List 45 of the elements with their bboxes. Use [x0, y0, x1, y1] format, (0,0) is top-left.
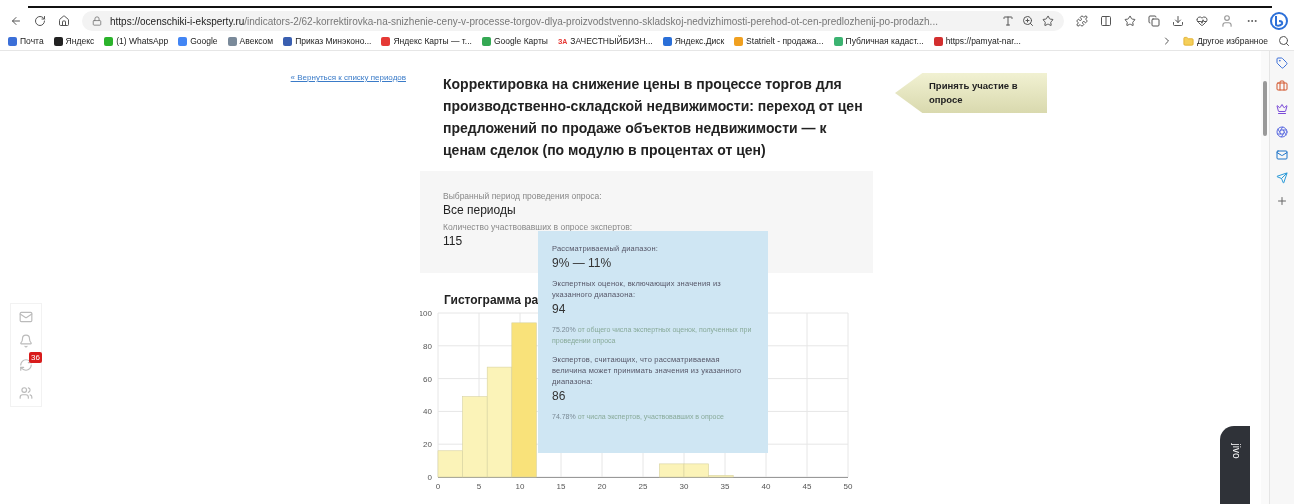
axis-tick-label: 100 — [420, 309, 432, 318]
page-title: Корректировка на снижение цены в процессе торгов для производственно-складской недвижимости: переход от цен предложений по продаже объектов недвижимости — к ценам сделок (по модулю в процентах от цен) — [443, 75, 864, 160]
bookmark[interactable]: Яндекс.Диск — [662, 36, 725, 46]
axis-tick-label: 25 — [638, 482, 648, 491]
bookmark[interactable]: Публичная кадаст... — [833, 36, 924, 46]
axis-tick-label: 30 — [679, 482, 689, 491]
axis-tick-label: 80 — [423, 341, 432, 351]
bookmark[interactable]: Statrielt - продажа... — [734, 36, 824, 46]
axis-tick-label: 0 — [427, 473, 432, 482]
tooltip-value: 9% — 11% — [552, 256, 613, 270]
axis-tick-label: 5 — [476, 482, 482, 491]
axis-tick-label: 20 — [423, 440, 432, 450]
info-label: Количество участвовавших в опросе экспертов: — [443, 222, 634, 232]
bookmark[interactable]: Приказ Минэконо... — [283, 36, 372, 46]
info-value: Все периоды — [443, 203, 517, 217]
bookmark[interactable]: Авексом — [227, 36, 274, 46]
bookmark[interactable]: (1) WhatsApp — [104, 36, 169, 46]
other-favorites[interactable]: Другое избранное — [1182, 35, 1268, 47]
tooltip-value: 94 — [552, 302, 567, 316]
bookmark[interactable]: Почта — [8, 36, 44, 46]
axis-tick-label: 35 — [720, 482, 730, 491]
address-field[interactable]: https://ocenschiki-i-eksperty.ru/indicators-2/62-korrektirovka-na-snizhenie-ceny-v-processe-torgov-dlya-proizvodstvenno-skladskoj-nedvizhimosti-perehod-ot-cen-predlozhenij-po-prodazh... — [82, 11, 1064, 31]
bookmark[interactable]: Google Карты — [481, 36, 548, 46]
axis-tick-label: 0 — [435, 482, 441, 491]
axis-tick-label: 50 — [843, 482, 853, 491]
axis-tick-label: 10 — [515, 482, 525, 491]
info-value: 115 — [443, 234, 464, 248]
axis-tick-label: 60 — [423, 374, 432, 384]
back-link[interactable]: « Вернуться к списку периодов — [290, 73, 406, 85]
bookmark[interactable]: https://pamyat-nar... — [933, 36, 1021, 46]
participate-button[interactable]: Принять участие в опросе — [895, 73, 1047, 113]
url-text: https://ocenschiki-i-eksperty.ru/indicators-2/62-korrektirovka-na-snizhenie-ceny-v-processe-torgov-dlya-proizvodstvenno-skladskoj-nedvizhimosti-perehod-ot-cen-predlozhenij-po-prodazh... — [110, 15, 938, 27]
axis-tick-label: 15 — [556, 482, 566, 491]
chat-widget[interactable]: jivo — [1220, 426, 1250, 504]
axis-tick-label: 20 — [597, 482, 607, 491]
count-badge: 36 — [29, 352, 42, 363]
histogram-title: Гистограмма ра — [444, 293, 539, 307]
axis-tick-label: 45 — [802, 482, 812, 491]
info-label: Выбранный период проведения опроса: — [443, 191, 603, 201]
bookmark[interactable]: Яндекс — [53, 36, 95, 46]
bookmark[interactable]: Google — [178, 36, 218, 46]
axis-tick-label: 40 — [423, 407, 432, 417]
bookmark[interactable]: Яндекс Карты — т... — [381, 36, 472, 46]
axis-tick-label: 40 — [761, 482, 771, 491]
tooltip-value: 86 — [552, 389, 567, 403]
